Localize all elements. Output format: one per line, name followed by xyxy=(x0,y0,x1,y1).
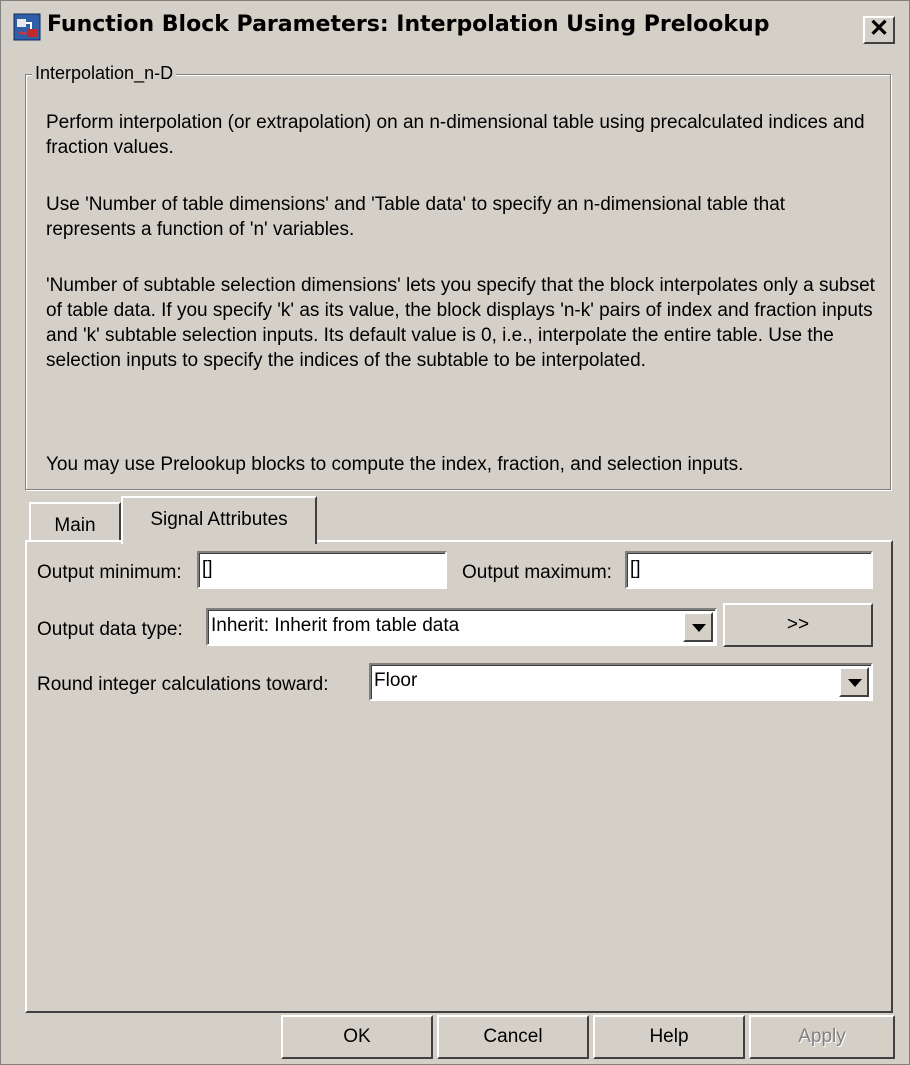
tab-main[interactable]: Main xyxy=(29,502,121,542)
description-paragraph-2: Use 'Number of table dimensions' and 'Ta… xyxy=(46,194,786,240)
output-data-type-select[interactable]: Inherit: Inherit from table data xyxy=(206,608,717,646)
window-title: Function Block Parameters: Interpolation… xyxy=(47,12,770,37)
output-minimum-field[interactable]: [] xyxy=(197,551,447,589)
tab-signal-attributes[interactable]: Signal Attributes xyxy=(121,496,317,544)
output-minimum-label: Output minimum: xyxy=(37,562,182,583)
group-label: Interpolation_n-D xyxy=(32,63,177,84)
round-toward-label: Round integer calculations toward: xyxy=(37,674,329,695)
chevron-down-icon[interactable] xyxy=(839,667,869,697)
description-paragraph-4: You may use Prelookup blocks to compute … xyxy=(46,454,744,475)
output-maximum-label: Output maximum: xyxy=(462,562,612,583)
description-paragraph-3: 'Number of subtable selection dimensions… xyxy=(46,275,875,371)
chevron-down-icon[interactable] xyxy=(683,612,713,642)
output-data-type-label: Output data type: xyxy=(37,619,183,640)
ok-button[interactable]: OK xyxy=(281,1015,433,1059)
output-maximum-field[interactable]: [] xyxy=(625,551,873,589)
description-paragraph-1: Perform interpolation (or extrapolation)… xyxy=(46,112,865,158)
round-toward-value: Floor xyxy=(374,670,418,691)
apply-button[interactable]: Apply xyxy=(749,1015,895,1059)
simulink-block-icon xyxy=(13,13,41,41)
close-icon[interactable]: ✕ xyxy=(863,16,895,44)
output-data-type-value: Inherit: Inherit from table data xyxy=(211,615,460,636)
round-toward-select[interactable]: Floor xyxy=(369,663,873,701)
title-bar[interactable]: Function Block Parameters: Interpolation… xyxy=(5,5,905,47)
data-type-assistant-button[interactable]: >> xyxy=(723,603,873,647)
cancel-button[interactable]: Cancel xyxy=(437,1015,589,1059)
help-button[interactable]: Help xyxy=(593,1015,745,1059)
dialog-window: Function Block Parameters: Interpolation… xyxy=(0,0,910,1065)
